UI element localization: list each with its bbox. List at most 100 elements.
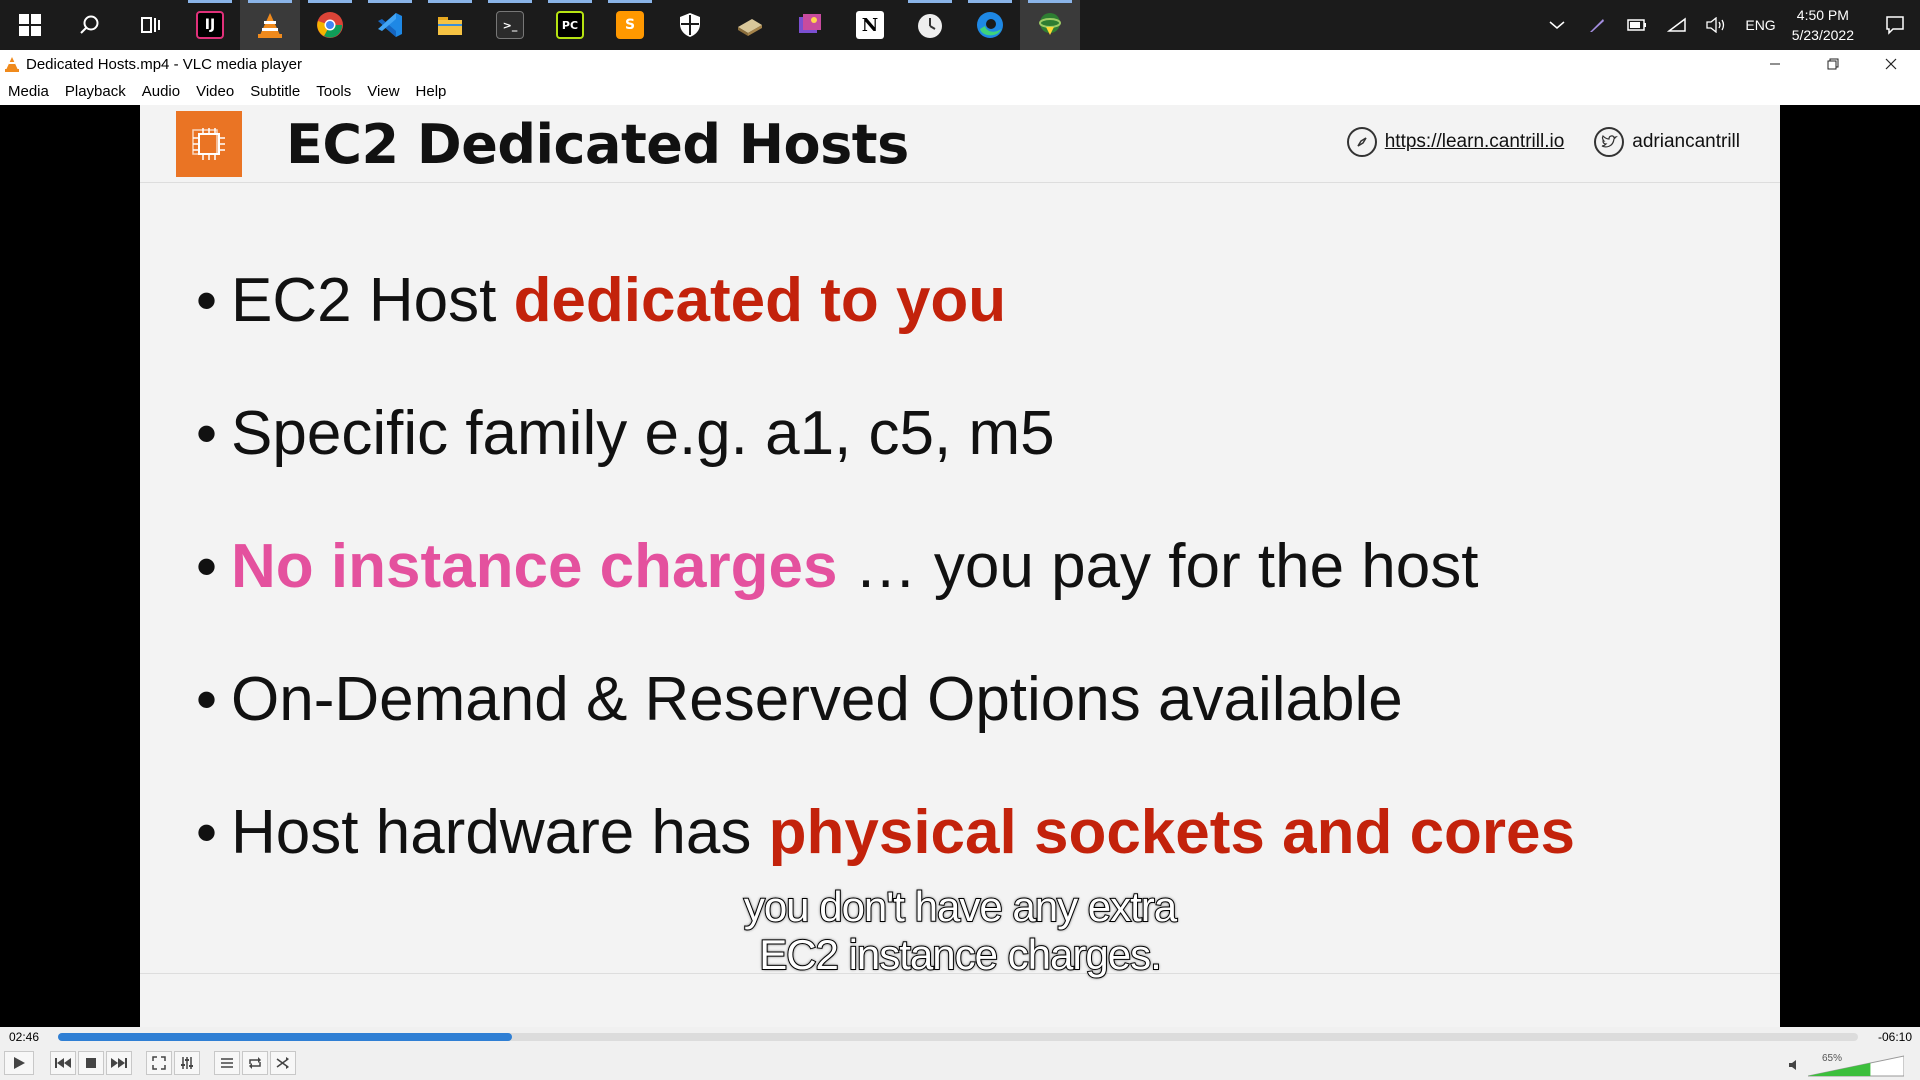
taskbar-clock-app[interactable] (900, 0, 960, 50)
stopwatch-icon (918, 14, 942, 38)
menu-help[interactable]: Help (408, 83, 455, 100)
fullscreen-icon (152, 1056, 166, 1070)
intellij-icon: IJ (196, 11, 224, 39)
equalizer-icon (181, 1057, 193, 1069)
bullet-text: Specific family e.g. a1, c5, m5 (231, 399, 1055, 468)
stop-icon (86, 1058, 96, 1068)
volume-slider[interactable] (1808, 1055, 1904, 1077)
taskbar-terminal[interactable]: >_ (480, 0, 540, 50)
battery-icon[interactable] (1617, 0, 1657, 50)
menu-bar: Media Playback Audio Video Subtitle Tool… (0, 78, 1920, 105)
clock-date: 5/23/2022 (1791, 27, 1854, 43)
chrome-icon (317, 12, 343, 38)
taskbar-edge[interactable] (960, 0, 1020, 50)
speaker-icon[interactable] (1788, 1059, 1800, 1074)
close-button[interactable] (1862, 50, 1920, 78)
previous-button[interactable] (50, 1051, 76, 1075)
search-button[interactable] (60, 0, 120, 50)
extended-settings-button[interactable] (174, 1051, 200, 1075)
windows-icon (19, 14, 41, 36)
menu-subtitle[interactable]: Subtitle (242, 83, 308, 100)
chevron-up-icon[interactable] (1537, 0, 1577, 50)
playback-buttons (4, 1051, 298, 1075)
compass-icon (1346, 127, 1377, 157)
bullet-text: No instance charges … you pay for the ho… (231, 532, 1479, 601)
play-button[interactable] (4, 1051, 34, 1075)
speaker-icon[interactable] (1697, 0, 1737, 50)
bullet-item: • Specific family e.g. a1, c5, m5 (196, 398, 1575, 531)
taskbar-vscode[interactable] (360, 0, 420, 50)
taskbar-intellij[interactable]: IJ (180, 0, 240, 50)
wifi-icon[interactable] (1657, 0, 1697, 50)
taskbar-photos-app[interactable] (780, 0, 840, 50)
notification-center-button[interactable] (1870, 0, 1920, 50)
pycharm-icon: PC (556, 11, 584, 39)
video-area[interactable]: EC2 Dedicated Hosts https://learn.cantri… (0, 105, 1920, 1027)
bullet-text: EC2 Host dedicated to you (231, 266, 1007, 335)
menu-view[interactable]: View (359, 83, 407, 100)
start-button[interactable] (0, 0, 60, 50)
taskbar-sublime[interactable]: S (600, 0, 660, 50)
language-indicator[interactable]: ENG (1737, 17, 1783, 33)
bullet-item: • No instance charges … you pay for the … (196, 531, 1575, 664)
menu-media[interactable]: Media (0, 83, 57, 100)
taskbar-vlc[interactable] (240, 0, 300, 50)
window-title-bar[interactable]: Dedicated Hosts.mp4 - VLC media player (0, 50, 1920, 78)
menu-audio[interactable]: Audio (134, 83, 188, 100)
minimize-button[interactable] (1746, 50, 1804, 78)
bullet-text: Host hardware has physical sockets and c… (231, 798, 1576, 867)
playlist-button[interactable] (214, 1051, 240, 1075)
stop-button[interactable] (78, 1051, 104, 1075)
folder-icon (438, 17, 462, 35)
pen-icon[interactable] (1577, 0, 1617, 50)
shuffle-button[interactable] (270, 1051, 296, 1075)
taskbar-security[interactable] (660, 0, 720, 50)
bullet-item: • EC2 Host dedicated to you (196, 265, 1575, 398)
bullet-item: • On-Demand & Reserved Options available (196, 664, 1575, 797)
slide-title: EC2 Dedicated Hosts (286, 113, 909, 176)
play-icon (14, 1057, 25, 1069)
bullet-dot: • (196, 400, 218, 467)
menu-tools[interactable]: Tools (308, 83, 359, 100)
restore-button[interactable] (1804, 50, 1862, 78)
menu-video[interactable]: Video (188, 83, 242, 100)
volume-control[interactable]: 65% (1788, 1053, 1908, 1077)
sublime-icon: S (616, 11, 644, 39)
next-button[interactable] (106, 1051, 132, 1075)
search-icon (80, 15, 99, 34)
menu-playback[interactable]: Playback (57, 83, 134, 100)
shield-icon (680, 13, 700, 37)
remaining-time[interactable]: -06:10 (1878, 1030, 1912, 1044)
taskbar-file-explorer[interactable] (420, 0, 480, 50)
subtitle-line-1: you don't have any extra (743, 882, 1178, 931)
vscode-icon (378, 13, 402, 37)
bullet-dot: • (196, 799, 218, 866)
loop-button[interactable] (242, 1051, 268, 1075)
bullet-dot: • (196, 533, 218, 600)
taskbar-chrome[interactable] (300, 0, 360, 50)
minimize-icon (1770, 63, 1780, 65)
system-tray: ENG 4:50 PM 5/23/2022 (1537, 0, 1920, 50)
elapsed-time[interactable]: 02:46 (9, 1030, 39, 1044)
task-view-button[interactable] (120, 0, 180, 50)
fullscreen-button[interactable] (146, 1051, 172, 1075)
slide-header: EC2 Dedicated Hosts https://learn.cantri… (140, 105, 1780, 183)
taskbar-notion[interactable]: N (840, 0, 900, 50)
previous-icon (55, 1058, 71, 1068)
restore-icon (1827, 58, 1839, 70)
seek-bar[interactable] (58, 1033, 1858, 1041)
bullet-list: • EC2 Host dedicated to you • Specific f… (196, 265, 1575, 930)
notification-icon (1886, 16, 1904, 35)
taskbar-idm[interactable] (1020, 0, 1080, 50)
clock-time: 4:50 PM (1796, 7, 1849, 23)
taskbar-book-app[interactable] (720, 0, 780, 50)
taskbar-clock[interactable]: 4:50 PM 5/23/2022 (1784, 5, 1870, 45)
taskbar-pycharm[interactable]: PC (540, 0, 600, 50)
loop-icon (249, 1057, 261, 1069)
bullet-dot: • (196, 267, 218, 334)
playlist-icon (221, 1058, 233, 1068)
task-view-icon (141, 17, 160, 33)
book-icon (738, 19, 762, 36)
bullet-text: On-Demand & Reserved Options available (231, 665, 1403, 734)
slide-links: https://learn.cantrill.io adriancantrill (1346, 127, 1740, 157)
